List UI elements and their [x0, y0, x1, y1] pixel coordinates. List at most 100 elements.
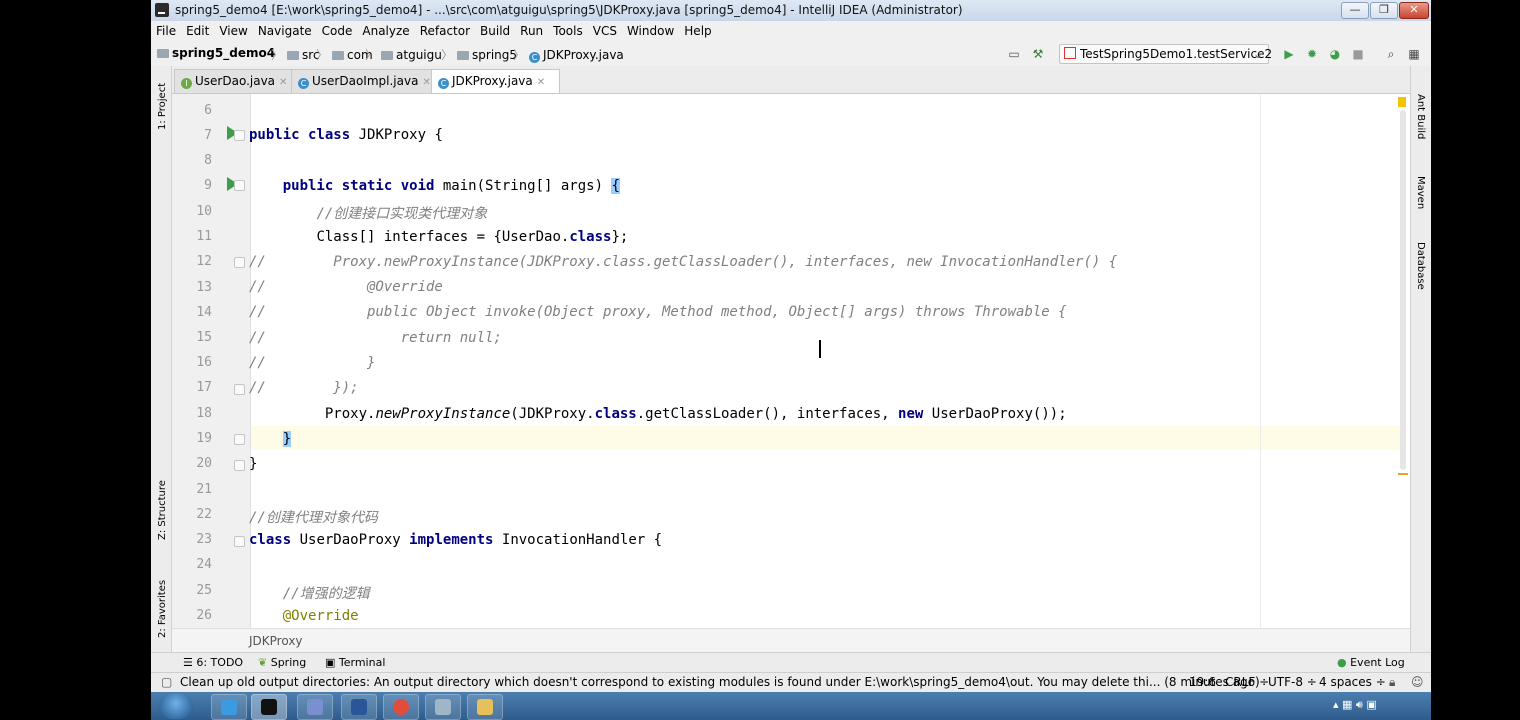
error-stripe-marker[interactable] — [1398, 473, 1408, 475]
maven-tool-button[interactable]: Maven — [1415, 176, 1426, 209]
todo-tool-button[interactable]: ☰ 6: TODO — [183, 656, 243, 669]
editor-scrollbar[interactable] — [1400, 110, 1406, 470]
ant-build-tool-button[interactable]: Ant Build — [1415, 94, 1426, 139]
fold-icon[interactable] — [234, 180, 245, 191]
window-icon[interactable]: ▭ — [1007, 47, 1021, 61]
minimize-button[interactable]: — — [1341, 2, 1369, 19]
windows-start-button[interactable] — [159, 693, 193, 719]
breadcrumb-project[interactable]: spring5_demo4 — [157, 46, 275, 60]
breadcrumb-spring5[interactable]: 〉 spring5 — [437, 46, 517, 63]
menu-navigate[interactable]: Navigate — [258, 21, 312, 41]
code-line[interactable]: public class JDKProxy { — [249, 127, 443, 143]
folder-icon — [157, 49, 169, 58]
build-hammer-icon[interactable]: ⚒ — [1031, 47, 1045, 61]
encoding-select[interactable]: UTF-8 ÷ — [1268, 675, 1317, 689]
menu-view[interactable]: View — [219, 21, 247, 41]
spring-tool-button[interactable]: ❦ Spring — [258, 656, 306, 669]
tab-userdao[interactable]: I UserDao.java ✕ — [174, 69, 295, 93]
fold-icon[interactable] — [234, 536, 245, 547]
lock-icon[interactable]: 🔒︎ — [1389, 675, 1395, 690]
code-line[interactable]: //创建接口实现类代理对象 — [249, 203, 487, 223]
menu-build[interactable]: Build — [480, 21, 510, 41]
breadcrumb-file[interactable]: 〉 C JDKProxy.java — [509, 46, 624, 63]
tab-jdkproxy[interactable]: C JDKProxy.java ✕ — [431, 69, 560, 93]
tab-userdaoimpl[interactable]: C UserDaoImpl.java ✕ — [291, 69, 435, 93]
ie-icon — [221, 699, 237, 715]
chrome-icon — [393, 699, 409, 715]
favorites-tool-button[interactable]: 2: Favorites — [157, 580, 168, 638]
code-line[interactable]: // @Override — [249, 279, 443, 295]
line-number: 16 — [196, 355, 212, 370]
indent-select[interactable]: 4 spaces ÷ — [1319, 675, 1386, 689]
menu-analyze[interactable]: Analyze — [362, 21, 409, 41]
taskbar-explorer-button[interactable] — [467, 694, 503, 720]
warning-marker[interactable] — [1398, 97, 1406, 107]
menu-edit[interactable]: Edit — [186, 21, 209, 41]
list-icon: ☰ — [183, 656, 197, 669]
code-editor[interactable]: 6 7 8 9 10 11 12 13 14 15 16 17 18 19 20… — [172, 94, 1410, 628]
close-tab-icon[interactable]: ✕ — [279, 77, 287, 88]
run-icon[interactable]: ▶ — [1282, 47, 1296, 61]
taskbar-chrome-button[interactable] — [383, 694, 419, 720]
taskbar-intellij-button[interactable] — [251, 694, 287, 720]
fold-icon[interactable] — [234, 460, 245, 471]
search-icon[interactable]: ⌕ — [1384, 47, 1398, 61]
code-line[interactable]: // }); — [249, 380, 359, 396]
taskbar-tool-button[interactable] — [425, 694, 461, 720]
menu-bar: File Edit View Navigate Code Analyze Refactor B… — [151, 21, 1431, 41]
debug-icon[interactable]: ✹ — [1305, 47, 1319, 61]
taskbar-word-button[interactable] — [341, 694, 377, 720]
menu-code[interactable]: Code — [322, 21, 353, 41]
code-line[interactable]: // return null; — [249, 330, 502, 346]
code-line[interactable]: //增强的逻辑 — [249, 583, 370, 603]
coverage-icon[interactable]: ◕ — [1328, 47, 1342, 61]
status-toggle-icon[interactable]: ▢ — [161, 675, 172, 689]
menu-file[interactable]: File — [156, 21, 176, 41]
fold-icon[interactable] — [234, 257, 245, 268]
fold-icon[interactable] — [234, 434, 245, 445]
project-structure-icon[interactable]: ▦ — [1407, 47, 1421, 61]
code-line[interactable]: public static void main(String[] args) { — [249, 178, 620, 194]
code-line[interactable]: // public Object invoke(Object proxy, Me… — [249, 304, 1067, 320]
close-tab-icon[interactable]: ✕ — [537, 77, 545, 88]
breadcrumb-atguigu[interactable]: 〉 atguigu — [361, 46, 442, 63]
app-icon — [307, 699, 323, 715]
line-separator-select[interactable]: CRLF ÷ — [1225, 675, 1269, 689]
status-message[interactable]: Clean up old output directories: An outp… — [180, 675, 1260, 689]
code-line[interactable]: class UserDaoProxy implements Invocation… — [249, 532, 662, 548]
code-line[interactable]: } — [249, 456, 257, 472]
close-tab-icon[interactable]: ✕ — [422, 77, 430, 88]
caret-position[interactable]: 19:6 — [1189, 675, 1216, 689]
menu-vcs[interactable]: VCS — [593, 21, 617, 41]
system-tray[interactable]: ▴ ▦ 🔊︎ ▣ — [1333, 698, 1423, 714]
menu-run[interactable]: Run — [520, 21, 543, 41]
line-number: 19 — [196, 431, 212, 446]
code-line[interactable]: //创建代理对象代码 — [249, 507, 378, 527]
breadcrumb-class[interactable]: JDKProxy — [249, 634, 303, 648]
word-icon — [351, 699, 367, 715]
fold-icon[interactable] — [234, 384, 245, 395]
menu-help[interactable]: Help — [684, 21, 711, 41]
maximize-button[interactable]: ❐ — [1370, 2, 1398, 19]
stop-icon[interactable]: ■ — [1351, 47, 1365, 61]
code-line[interactable]: // Proxy.newProxyInstance(JDKProxy.class… — [249, 254, 1117, 270]
code-line[interactable]: Proxy.newProxyInstance(JDKProxy.class.ge… — [249, 406, 1067, 422]
structure-tool-button[interactable]: Z: Structure — [157, 480, 168, 540]
taskbar-app-button[interactable] — [297, 694, 333, 720]
taskbar-ie-button[interactable] — [211, 694, 247, 720]
event-log-tool-button[interactable]: ● Event Log — [1337, 656, 1405, 669]
code-line[interactable]: } — [249, 431, 292, 447]
terminal-tool-button[interactable]: ▣ Terminal — [325, 656, 385, 669]
menu-window[interactable]: Window — [627, 21, 674, 41]
menu-tools[interactable]: Tools — [553, 21, 583, 41]
inspector-icon[interactable]: ☺ — [1411, 675, 1424, 689]
code-line[interactable]: Class[] interfaces = {UserDao.class}; — [249, 229, 628, 245]
close-button[interactable]: ✕ — [1399, 2, 1429, 19]
database-tool-button[interactable]: Database — [1415, 242, 1426, 290]
run-configuration-select[interactable]: TestSpring5Demo1.testService2 ⌄ — [1059, 44, 1272, 64]
fold-icon[interactable] — [234, 130, 245, 141]
menu-refactor[interactable]: Refactor — [420, 21, 470, 41]
code-line[interactable]: @Override — [249, 608, 359, 624]
project-tool-button[interactable]: 1: Project — [157, 83, 168, 130]
code-line[interactable]: // } — [249, 355, 375, 371]
